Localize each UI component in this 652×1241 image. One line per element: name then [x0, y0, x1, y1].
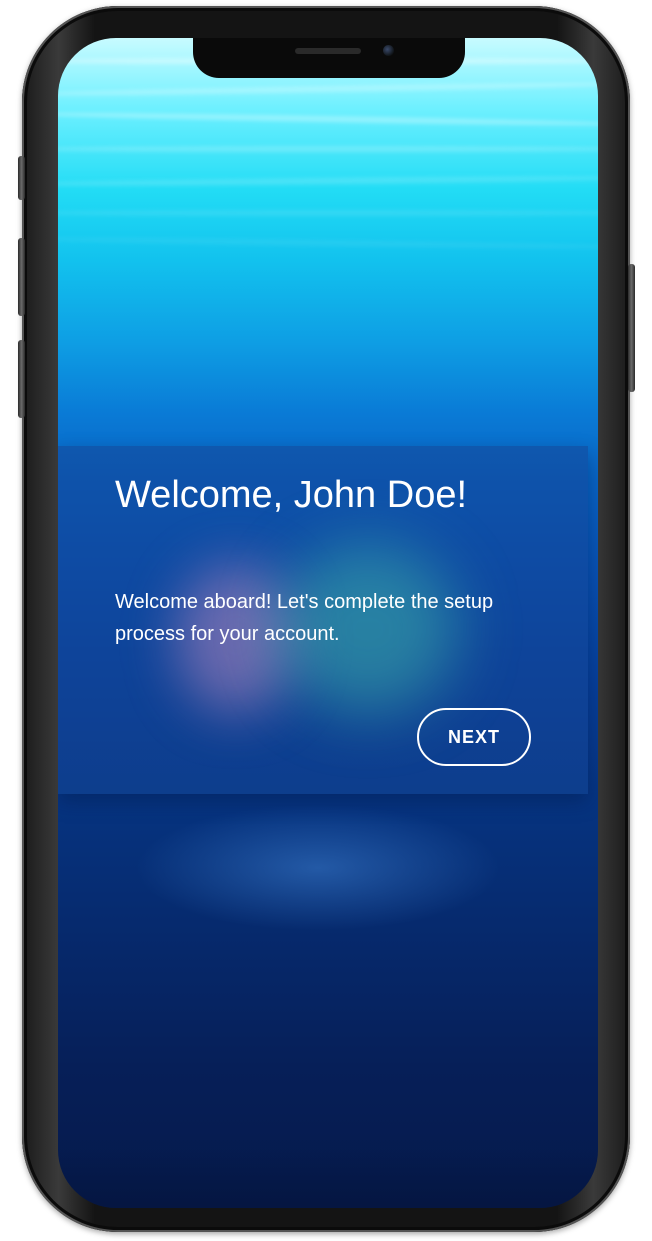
water-shimmer — [58, 146, 598, 152]
screen: Welcome, John Doe! Welcome aboard! Let's… — [58, 38, 598, 1208]
front-camera-icon — [383, 45, 394, 56]
volume-up-button — [18, 238, 25, 316]
water-shimmer — [58, 210, 598, 216]
welcome-title: Welcome, John Doe! — [115, 474, 468, 516]
welcome-card: Welcome, John Doe! Welcome aboard! Let's… — [58, 446, 588, 794]
next-button[interactable]: NEXT — [417, 708, 531, 766]
water-shimmer — [58, 80, 598, 98]
power-button — [628, 264, 635, 392]
water-shimmer — [58, 235, 598, 251]
silent-switch — [18, 156, 25, 200]
welcome-message: Welcome aboard! Let's complete the setup… — [115, 591, 494, 645]
bottom-fade — [58, 1148, 598, 1208]
volume-down-button — [18, 340, 25, 418]
speaker-grille — [295, 48, 361, 54]
notch — [193, 38, 465, 78]
water-shimmer — [58, 110, 598, 128]
water-shimmer — [58, 174, 598, 188]
